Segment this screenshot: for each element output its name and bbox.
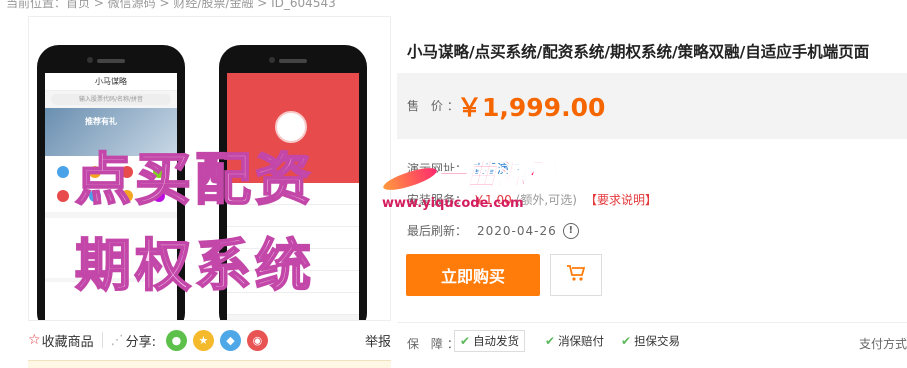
info-icon[interactable]: ! (562, 222, 579, 239)
share-label: ⋰ 分享: (111, 331, 156, 350)
watermark-swoosh (381, 163, 439, 195)
speaker-slot (279, 59, 307, 63)
app-search: 输入股票代码/名称/拼音 (51, 94, 171, 105)
app-title: 小马谋略 (45, 73, 177, 91)
refresh-date: 2020-04-26 (477, 223, 557, 238)
favorite-label: 收藏商品 (41, 334, 94, 350)
guarantee-text: 自动发货 (473, 334, 520, 348)
watermark-url: www.yiqucode.com (382, 196, 524, 211)
share-icon: ⋰ (110, 332, 124, 348)
qzone-share-icon[interactable]: ★ (192, 329, 214, 351)
share-bar: ☆ 收藏商品 ⋰ 分享: ● ★ ◆ ◉ 举报 (28, 324, 391, 356)
refresh-label: 最后刷新： (407, 224, 468, 238)
overlay-title-line2: 期权系统 (74, 233, 315, 300)
product-image[interactable]: 小马谋略 输入股票代码/名称/拼音 推荐有礼 点买配资 期权系统 (28, 16, 391, 321)
weibo-share-icon[interactable]: ◉ (246, 329, 268, 351)
check-icon: ✔ (460, 334, 471, 348)
guarantee-box: 保 障： ✔ 自动发货 ✔ 消保赔付 ✔ 担保交易 支付方式 (397, 322, 907, 368)
add-to-cart-button[interactable] (550, 254, 602, 296)
cart-icon (566, 263, 586, 288)
check-icon: ✔ (621, 334, 632, 348)
service-requirements-link[interactable]: 【要求说明】 (585, 191, 657, 208)
share-label-text: 分享: (125, 334, 156, 350)
price-box: 售 价： ￥1,999.00 (397, 73, 907, 139)
star-outline-icon: ☆ (28, 332, 41, 348)
description-strip (28, 360, 391, 368)
wechat-share-icon[interactable]: ● (165, 329, 187, 351)
banner-text: 推荐有礼 (85, 117, 117, 126)
pay-method-label: 支付方式 (858, 337, 907, 351)
report-link[interactable]: 举报 (365, 331, 391, 350)
price-value: ￥1,999.00 (457, 93, 606, 122)
refresh-row: 最后刷新： 2020-04-26 ! (407, 222, 579, 239)
speaker-slot (97, 59, 125, 63)
price-label: 售 价： (407, 99, 463, 113)
camera-dot (87, 57, 93, 63)
guarantee-badge: ✔ 消保赔付 (539, 330, 611, 352)
guarantee-badge: ✔ 自动发货 (454, 330, 526, 352)
divider (101, 332, 103, 348)
breadcrumb: 当前位置：首页 > 微信源码 > 财经/股票/金融 > ID_604543 (6, 0, 336, 10)
guarantee-badge: ✔ 担保交易 (615, 330, 687, 352)
watermark-logo: 一曲源码 www.yiqucode.com (380, 150, 560, 220)
watermark-text: 一曲源码 (436, 158, 557, 194)
check-icon: ✔ (545, 334, 556, 348)
camera-dot (269, 57, 275, 63)
guarantee-text: 消保赔付 (558, 334, 605, 348)
buy-now-button[interactable]: 立即购买 (406, 254, 540, 296)
guarantee-text: 担保交易 (634, 334, 681, 348)
overlay-title-line1: 点买配资 (74, 147, 315, 214)
qq-share-icon[interactable]: ◆ (219, 329, 241, 351)
product-title: 小马谋略/点买系统/配资系统/期权系统/策略双融/自适应手机端页面 (407, 43, 870, 61)
favorite-button[interactable]: ☆ 收藏商品 (28, 331, 94, 350)
